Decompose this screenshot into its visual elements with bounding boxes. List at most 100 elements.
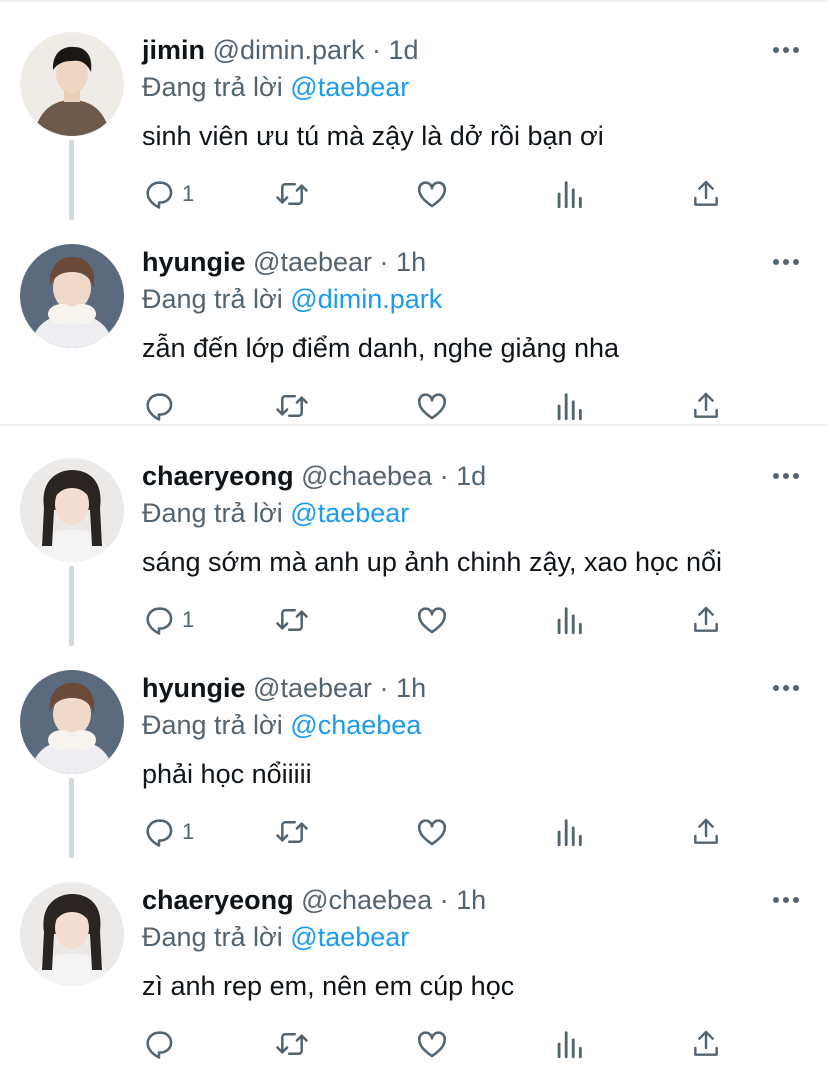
like-button[interactable]	[414, 176, 450, 212]
more-icon[interactable]	[770, 674, 802, 702]
views-button[interactable]	[554, 814, 584, 850]
views-button[interactable]	[554, 388, 584, 424]
replying-label: Đang trả lời	[142, 922, 283, 952]
tweet[interactable]: hyungie @taebear · 1h Đang trả lời @chae…	[0, 638, 828, 858]
replying-label: Đang trả lời	[142, 72, 283, 102]
avatar-chaeryeong[interactable]	[20, 458, 124, 562]
retweet-button[interactable]	[274, 388, 310, 424]
share-icon	[690, 1027, 722, 1061]
timestamp[interactable]: 1h	[456, 885, 486, 915]
tweet[interactable]: hyungie @taebear · 1h Đang trả lời @dimi…	[0, 212, 828, 424]
avatar-jimin[interactable]	[20, 32, 124, 136]
like-icon	[414, 177, 450, 211]
reply-count: 1	[182, 607, 195, 632]
separator-dot: ·	[439, 461, 449, 491]
mention-link[interactable]: @taebear	[290, 498, 409, 528]
reply-button[interactable]	[142, 388, 182, 424]
share-button[interactable]	[690, 602, 722, 638]
tweet[interactable]: jimin @dimin.park · 1d Đang trả lời @tae…	[0, 0, 828, 220]
views-icon	[554, 1027, 584, 1061]
retweet-button[interactable]	[274, 1026, 310, 1062]
mention-link[interactable]: @taebear	[290, 72, 409, 102]
mention-link[interactable]: @taebear	[290, 922, 409, 952]
retweet-icon	[274, 389, 310, 423]
display-name[interactable]: hyungie	[142, 673, 246, 703]
reply-button[interactable]: 1	[142, 602, 194, 638]
display-name[interactable]: jimin	[142, 35, 205, 65]
timestamp[interactable]: 1h	[396, 247, 426, 277]
like-button[interactable]	[414, 602, 450, 638]
user-handle[interactable]: @chaebea	[301, 885, 432, 915]
separator-dot: ·	[379, 247, 389, 277]
timestamp[interactable]: 1d	[456, 461, 486, 491]
like-button[interactable]	[414, 388, 450, 424]
timestamp[interactable]: 1h	[396, 673, 426, 703]
share-button[interactable]	[690, 176, 722, 212]
avatar-hyungie[interactable]	[20, 244, 124, 348]
retweet-icon	[274, 815, 310, 849]
tweet[interactable]: chaeryeong @chaebea · 1d Đang trả lời @t…	[0, 426, 828, 646]
display-name[interactable]: chaeryeong	[142, 885, 294, 915]
like-icon	[414, 389, 450, 423]
user-handle[interactable]: @taebear	[253, 673, 372, 703]
more-icon[interactable]	[770, 462, 802, 490]
reply-count: 1	[182, 181, 195, 206]
timestamp[interactable]: 1d	[389, 35, 419, 65]
avatar-hyungie[interactable]	[20, 670, 124, 774]
share-button[interactable]	[690, 1026, 722, 1062]
reply-count: 1	[182, 819, 195, 844]
user-handle[interactable]: @chaebea	[301, 461, 432, 491]
action-bar: 1	[142, 602, 732, 638]
tweet-header: chaeryeong @chaebea · 1h	[142, 880, 486, 920]
replying-to: Đang trả lời @dimin.park	[142, 280, 442, 318]
more-icon[interactable]	[770, 36, 802, 64]
tweet[interactable]: chaeryeong @chaebea · 1h Đang trả lời @t…	[0, 850, 828, 1062]
avatar-chaeryeong[interactable]	[20, 882, 124, 986]
separator-dot: ·	[372, 35, 382, 65]
views-button[interactable]	[554, 1026, 584, 1062]
share-icon	[690, 177, 722, 211]
action-bar	[142, 388, 732, 424]
share-icon	[690, 815, 722, 849]
retweet-button[interactable]	[274, 602, 310, 638]
thread-line	[69, 778, 74, 858]
reply-icon	[142, 177, 176, 211]
reply-button[interactable]: 1	[142, 814, 194, 850]
display-name[interactable]: chaeryeong	[142, 461, 294, 491]
mention-link[interactable]: @dimin.park	[290, 284, 442, 314]
tweet-text: sáng sớm mà anh up ảnh chinh zậy, xao họ…	[142, 547, 723, 577]
like-icon	[414, 603, 450, 637]
reply-button[interactable]: 1	[142, 176, 194, 212]
mention-link[interactable]: @chaebea	[290, 710, 421, 740]
display-name[interactable]: hyungie	[142, 247, 246, 277]
reply-button[interactable]	[142, 1026, 182, 1062]
replying-label: Đang trả lời	[142, 498, 283, 528]
views-button[interactable]	[554, 602, 584, 638]
replying-to: Đang trả lời @chaebea	[142, 706, 421, 744]
retweet-icon	[274, 1027, 310, 1061]
share-button[interactable]	[690, 814, 722, 850]
more-icon[interactable]	[770, 886, 802, 914]
more-icon[interactable]	[770, 248, 802, 276]
retweet-button[interactable]	[274, 176, 310, 212]
like-button[interactable]	[414, 814, 450, 850]
replying-to: Đang trả lời @taebear	[142, 494, 409, 532]
user-handle[interactable]: @dimin.park	[213, 35, 365, 65]
views-icon	[554, 177, 584, 211]
thread-line	[69, 566, 74, 646]
thread-line	[69, 140, 74, 220]
user-handle[interactable]: @taebear	[253, 247, 372, 277]
tweet-header: hyungie @taebear · 1h	[142, 668, 426, 708]
tweet-text: sinh viên ưu tú mà zậy là dở rồi bạn ơi	[142, 121, 604, 151]
views-button[interactable]	[554, 176, 584, 212]
retweet-button[interactable]	[274, 814, 310, 850]
share-icon	[690, 389, 722, 423]
separator-dot: ·	[379, 673, 389, 703]
like-button[interactable]	[414, 1026, 450, 1062]
tweet-header: hyungie @taebear · 1h	[142, 242, 426, 282]
replying-label: Đang trả lời	[142, 710, 283, 740]
share-button[interactable]	[690, 388, 722, 424]
tweet-text: zì anh rep em, nên em cúp học	[142, 971, 515, 1001]
reply-feed: jimin @dimin.park · 1d Đang trả lời @tae…	[0, 0, 828, 1062]
replying-label: Đang trả lời	[142, 284, 283, 314]
